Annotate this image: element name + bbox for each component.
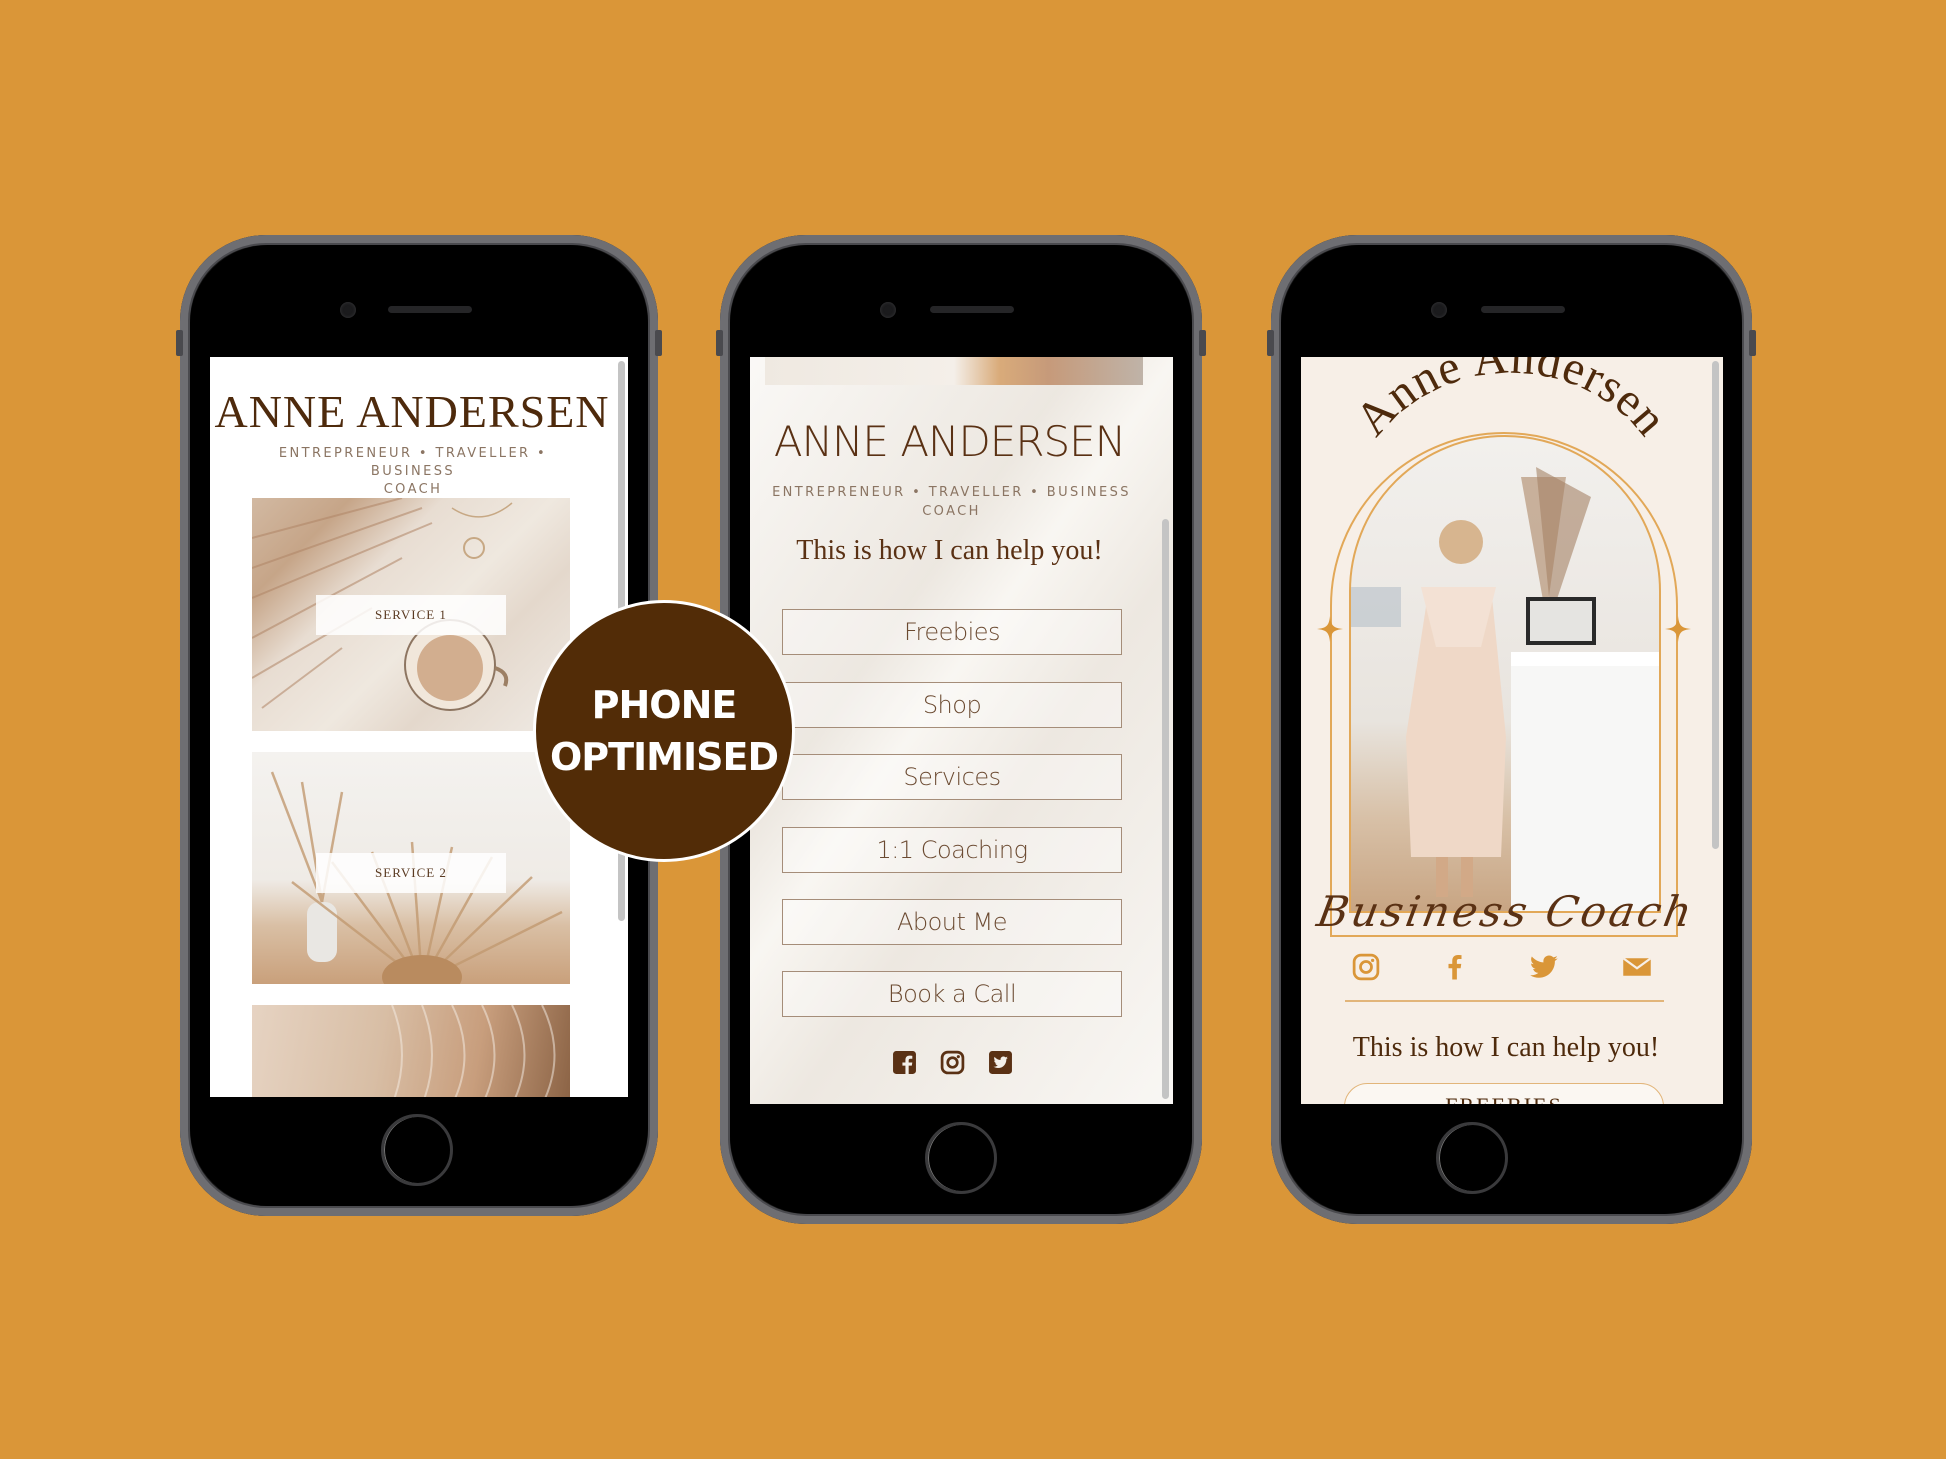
speaker-grille bbox=[930, 306, 1014, 313]
sand-texture-photo bbox=[391, 1005, 556, 1097]
service-card-2[interactable]: SERVICE 2 bbox=[252, 752, 570, 984]
site-title: ANNE ANDERSEN bbox=[214, 386, 610, 437]
header-photo-strip bbox=[765, 357, 1143, 385]
service-card-1[interactable]: SERVICE 1 bbox=[252, 498, 570, 731]
badge-line-1: PHONE bbox=[591, 683, 738, 727]
volume-button bbox=[716, 330, 723, 356]
service-card-3[interactable] bbox=[252, 1005, 570, 1097]
scrollbar[interactable] bbox=[1712, 361, 1719, 849]
twitter-icon[interactable] bbox=[1529, 952, 1559, 982]
phone-2-screen: ANNE ANDERSEN ENTREPRENEUR • TRAVELLER •… bbox=[750, 357, 1173, 1104]
phone-3-frame: Anne Andersen Business Coach This is how… bbox=[1267, 235, 1756, 1224]
subtitle-line-1: ENTREPRENEUR • TRAVELLER • BUSINESS bbox=[278, 446, 548, 479]
volume-button bbox=[1267, 330, 1274, 356]
site-subtitle: ENTREPRENEUR • TRAVELLER • BUSINESS COAC… bbox=[770, 483, 1133, 521]
divider bbox=[1345, 1000, 1664, 1002]
help-heading: This is how I can help you! bbox=[796, 535, 1103, 566]
side-button bbox=[1749, 330, 1756, 356]
badge-line-2: OPTIMISED bbox=[549, 735, 779, 779]
tagline: Business Coach bbox=[1313, 887, 1699, 936]
twitter-icon[interactable] bbox=[988, 1050, 1013, 1075]
service-1-button[interactable]: SERVICE 1 bbox=[316, 595, 506, 635]
link-freebies[interactable]: Freebies bbox=[782, 609, 1122, 655]
scrollbar[interactable] bbox=[1162, 519, 1169, 1099]
facebook-icon[interactable] bbox=[892, 1050, 917, 1075]
link-freebies[interactable]: FREEBIES bbox=[1344, 1083, 1664, 1104]
woman-at-laptop-photo bbox=[1349, 435, 1661, 913]
side-button bbox=[655, 330, 662, 356]
home-button[interactable] bbox=[1436, 1122, 1508, 1194]
subtitle-line-2: COACH bbox=[383, 482, 443, 497]
instagram-icon[interactable] bbox=[1351, 952, 1381, 982]
front-camera-icon bbox=[880, 302, 896, 318]
sparkle-icon bbox=[1665, 616, 1691, 642]
site-subtitle: ENTREPRENEUR • TRAVELLER • BUSINESS COAC… bbox=[238, 445, 588, 499]
instagram-icon[interactable] bbox=[940, 1050, 965, 1075]
facebook-icon[interactable] bbox=[1440, 952, 1470, 982]
help-heading: This is how I can help you! bbox=[1352, 1032, 1660, 1063]
volume-button bbox=[176, 330, 183, 356]
link-coaching[interactable]: 1:1 Coaching bbox=[782, 827, 1122, 873]
subtitle-line-1: ENTREPRENEUR • TRAVELLER • BUSINESS bbox=[772, 485, 1131, 500]
sparkle-icon bbox=[1317, 616, 1343, 642]
link-services[interactable]: Services bbox=[782, 754, 1122, 800]
service-2-button[interactable]: SERVICE 2 bbox=[316, 853, 506, 893]
home-button[interactable] bbox=[381, 1114, 453, 1186]
link-shop[interactable]: Shop bbox=[782, 682, 1122, 728]
home-button[interactable] bbox=[925, 1122, 997, 1194]
speaker-grille bbox=[388, 306, 472, 313]
front-camera-icon bbox=[340, 302, 356, 318]
speaker-grille bbox=[1481, 306, 1565, 313]
email-icon[interactable] bbox=[1622, 952, 1652, 982]
side-button bbox=[1199, 330, 1206, 356]
link-about-me[interactable]: About Me bbox=[782, 899, 1122, 945]
front-camera-icon bbox=[1431, 302, 1447, 318]
site-title: ANNE ANDERSEN bbox=[773, 417, 1126, 466]
phone-optimised-badge: PHONE OPTIMISED bbox=[533, 600, 795, 862]
subtitle-line-2: COACH bbox=[922, 504, 981, 519]
phone-3-screen: Anne Andersen Business Coach This is how… bbox=[1301, 357, 1723, 1104]
link-book-a-call[interactable]: Book a Call bbox=[782, 971, 1122, 1017]
